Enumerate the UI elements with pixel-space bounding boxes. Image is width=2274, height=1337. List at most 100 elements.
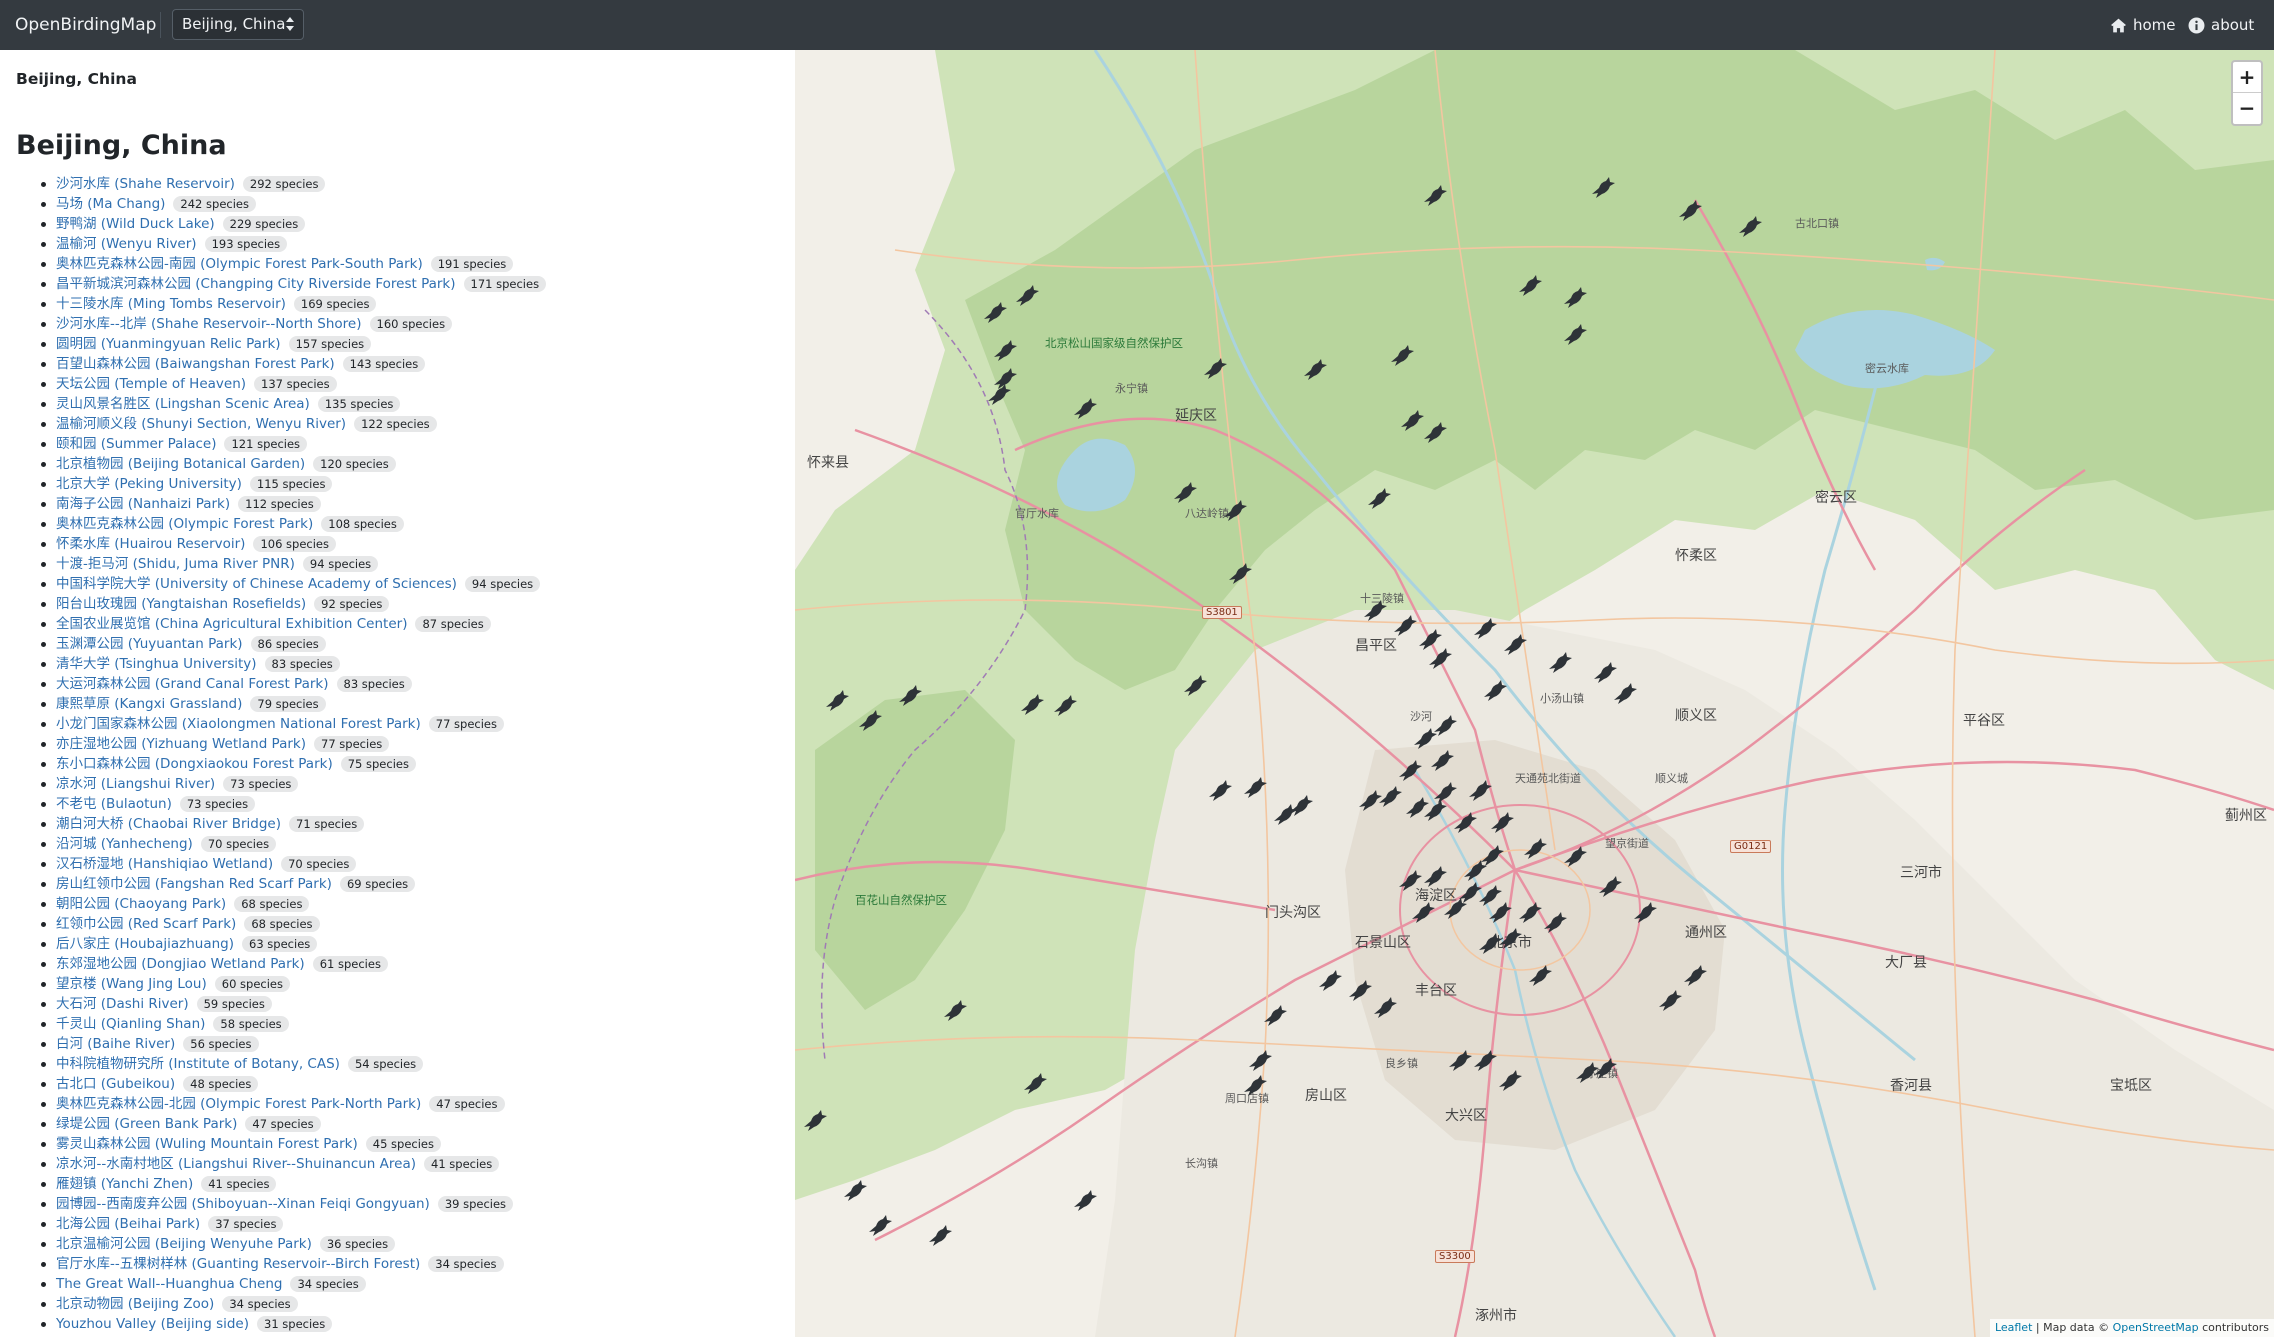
hotspot-link[interactable]: 后八家庄 (Houbajiazhuang) — [56, 934, 234, 954]
hotspot-link[interactable]: 清华大学 (Tsinghua University) — [56, 654, 257, 674]
hotspot-link[interactable]: 温榆河 (Wenyu River) — [56, 234, 197, 254]
nav-about-link[interactable]: about — [2188, 0, 2254, 50]
bird-marker-icon[interactable] — [1409, 898, 1437, 926]
bird-marker-icon[interactable] — [1446, 1046, 1474, 1074]
hotspot-link[interactable]: 怀柔水库 (Huairou Reservoir) — [56, 534, 245, 554]
hotspot-link[interactable]: 朝阳公园 (Chaoyang Park) — [56, 894, 226, 914]
hotspot-link[interactable]: 天坛公园 (Temple of Heaven) — [56, 374, 246, 394]
bird-marker-icon[interactable] — [1656, 986, 1684, 1014]
bird-marker-icon[interactable] — [1391, 611, 1419, 639]
bird-marker-icon[interactable] — [1471, 614, 1499, 642]
leaflet-link[interactable]: Leaflet — [1995, 1321, 2032, 1334]
hotspot-link[interactable]: 北京温榆河公园 (Beijing Wenyuhe Park) — [56, 1234, 312, 1254]
hotspot-link[interactable]: 雁翅镇 (Yanchi Zhen) — [56, 1174, 193, 1194]
hotspot-link[interactable]: 北京动物园 (Beijing Zoo) — [56, 1294, 214, 1314]
zoom-in-button[interactable]: + — [2233, 62, 2261, 93]
bird-marker-icon[interactable] — [896, 681, 924, 709]
hotspot-link[interactable]: 灵山风景名胜区 (Lingshan Scenic Area) — [56, 394, 310, 414]
bird-marker-icon[interactable] — [1561, 842, 1589, 870]
hotspot-link[interactable]: 温榆河顺义段 (Shunyi Section, Wenyu River) — [56, 414, 346, 434]
bird-marker-icon[interactable] — [801, 1106, 829, 1134]
hotspot-link[interactable]: 中国科学院大学 (University of Chinese Academy o… — [56, 574, 457, 594]
bird-marker-icon[interactable] — [1181, 671, 1209, 699]
bird-marker-icon[interactable] — [1591, 1054, 1619, 1082]
bird-marker-icon[interactable] — [941, 996, 969, 1024]
bird-marker-icon[interactable] — [1171, 478, 1199, 506]
map-view[interactable]: 北京松山国家级自然保护区 百花山自然保护区 延庆区 昌平区 怀柔区 密云区 顺义… — [795, 50, 2274, 1337]
hotspot-link[interactable]: 北京大学 (Peking University) — [56, 474, 242, 494]
hotspot-link[interactable]: 玉渊潭公园 (Yuyuantan Park) — [56, 634, 243, 654]
hotspot-link[interactable]: 房山红领巾公园 (Fangshan Red Scarf Park) — [56, 874, 332, 894]
hotspot-link[interactable]: 奥林匹克森林公园-北园 (Olympic Forest Park-North P… — [56, 1094, 421, 1114]
bird-marker-icon[interactable] — [1018, 690, 1046, 718]
bird-marker-icon[interactable] — [1516, 898, 1544, 926]
bird-marker-icon[interactable] — [1371, 993, 1399, 1021]
hotspot-link[interactable]: 不老屯 (Bulaotun) — [56, 794, 172, 814]
bird-marker-icon[interactable] — [1501, 630, 1529, 658]
bird-marker-icon[interactable] — [1361, 596, 1389, 624]
hotspot-link[interactable]: 官厅水库--五棵树样林 (Guanting Reservoir--Birch F… — [56, 1254, 420, 1274]
region-select[interactable]: Beijing, China — [172, 9, 304, 40]
bird-marker-icon[interactable] — [1676, 196, 1704, 224]
bird-marker-icon[interactable] — [1206, 776, 1234, 804]
hotspot-link[interactable]: 奥林匹克森林公园 (Olympic Forest Park) — [56, 514, 313, 534]
bird-marker-icon[interactable] — [1426, 644, 1454, 672]
bird-marker-icon[interactable] — [1431, 778, 1459, 806]
bird-marker-icon[interactable] — [1396, 866, 1424, 894]
bird-marker-icon[interactable] — [1013, 281, 1041, 309]
bird-marker-icon[interactable] — [1388, 341, 1416, 369]
bird-marker-icon[interactable] — [1301, 355, 1329, 383]
bird-marker-icon[interactable] — [1246, 1046, 1274, 1074]
hotspot-link[interactable]: 颐和园 (Summer Palace) — [56, 434, 216, 454]
hotspot-link[interactable]: 北京植物园 (Beijing Botanical Garden) — [56, 454, 305, 474]
hotspot-link[interactable]: 汉石桥湿地 (Hanshiqiao Wetland) — [56, 854, 273, 874]
hotspot-link[interactable]: 沿河城 (Yanhecheng) — [56, 834, 193, 854]
bird-marker-icon[interactable] — [1736, 212, 1764, 240]
bird-marker-icon[interactable] — [1226, 559, 1254, 587]
bird-marker-icon[interactable] — [1486, 898, 1514, 926]
bird-marker-icon[interactable] — [1021, 1069, 1049, 1097]
hotspot-link[interactable]: 十渡-拒马河 (Shidu, Juma River PNR) — [56, 554, 295, 574]
hotspot-link[interactable]: 绿堤公园 (Green Bank Park) — [56, 1114, 237, 1134]
bird-marker-icon[interactable] — [1221, 496, 1249, 524]
bird-marker-icon[interactable] — [1496, 1066, 1524, 1094]
map-tiles[interactable] — [795, 50, 2274, 1337]
bird-marker-icon[interactable] — [1441, 894, 1469, 922]
hotspot-link[interactable]: 中科院植物研究所 (Institute of Botany, CAS) — [56, 1054, 340, 1074]
hotspot-link[interactable]: 望京楼 (Wang Jing Lou) — [56, 974, 207, 994]
bird-marker-icon[interactable] — [823, 686, 851, 714]
bird-marker-icon[interactable] — [1346, 976, 1374, 1004]
bird-marker-icon[interactable] — [1466, 776, 1494, 804]
hotspot-link[interactable]: 亦庄湿地公园 (Yizhuang Wetland Park) — [56, 734, 306, 754]
openstreetmap-link[interactable]: OpenStreetMap — [2113, 1321, 2199, 1334]
hotspot-link[interactable]: 百望山森林公园 (Baiwangshan Forest Park) — [56, 354, 335, 374]
bird-marker-icon[interactable] — [1681, 961, 1709, 989]
hotspot-link[interactable]: 东郊湿地公园 (Dongjiao Wetland Park) — [56, 954, 305, 974]
bird-marker-icon[interactable] — [1051, 691, 1079, 719]
nav-home-link[interactable]: home — [2110, 0, 2176, 50]
hotspot-link[interactable]: 雾灵山森林公园 (Wuling Mountain Forest Park) — [56, 1134, 358, 1154]
bird-marker-icon[interactable] — [856, 706, 884, 734]
bird-marker-icon[interactable] — [1421, 181, 1449, 209]
hotspot-link[interactable]: 沙河水库 (Shahe Reservoir) — [56, 174, 235, 194]
bird-marker-icon[interactable] — [1516, 271, 1544, 299]
hotspot-link[interactable]: 全国农业展览馆 (China Agricultural Exhibition C… — [56, 614, 407, 634]
bird-marker-icon[interactable] — [1428, 746, 1456, 774]
bird-marker-icon[interactable] — [985, 380, 1013, 408]
bird-marker-icon[interactable] — [1071, 394, 1099, 422]
hotspot-link[interactable]: 古北口 (Gubeikou) — [56, 1074, 175, 1094]
hotspot-link[interactable]: 东小口森林公园 (Dongxiaokou Forest Park) — [56, 754, 333, 774]
bird-marker-icon[interactable] — [991, 336, 1019, 364]
hotspot-link[interactable]: 凉水河 (Liangshui River) — [56, 774, 215, 794]
bird-marker-icon[interactable] — [1476, 929, 1504, 957]
hotspot-link[interactable]: 凉水河--水南村地区 (Liangshui River--Shuinancun … — [56, 1154, 416, 1174]
bird-marker-icon[interactable] — [1376, 782, 1404, 810]
hotspot-link[interactable]: 野鸭湖 (Wild Duck Lake) — [56, 214, 215, 234]
hotspot-link[interactable]: 北海公园 (Beihai Park) — [56, 1214, 200, 1234]
hotspot-link[interactable]: 白河 (Baihe River) — [56, 1034, 175, 1054]
bird-marker-icon[interactable] — [1421, 418, 1449, 446]
bird-marker-icon[interactable] — [926, 1221, 954, 1249]
bird-marker-icon[interactable] — [1526, 961, 1554, 989]
hotspot-link[interactable]: 潮白河大桥 (Chaobai River Bridge) — [56, 814, 281, 834]
bird-marker-icon[interactable] — [1596, 872, 1624, 900]
